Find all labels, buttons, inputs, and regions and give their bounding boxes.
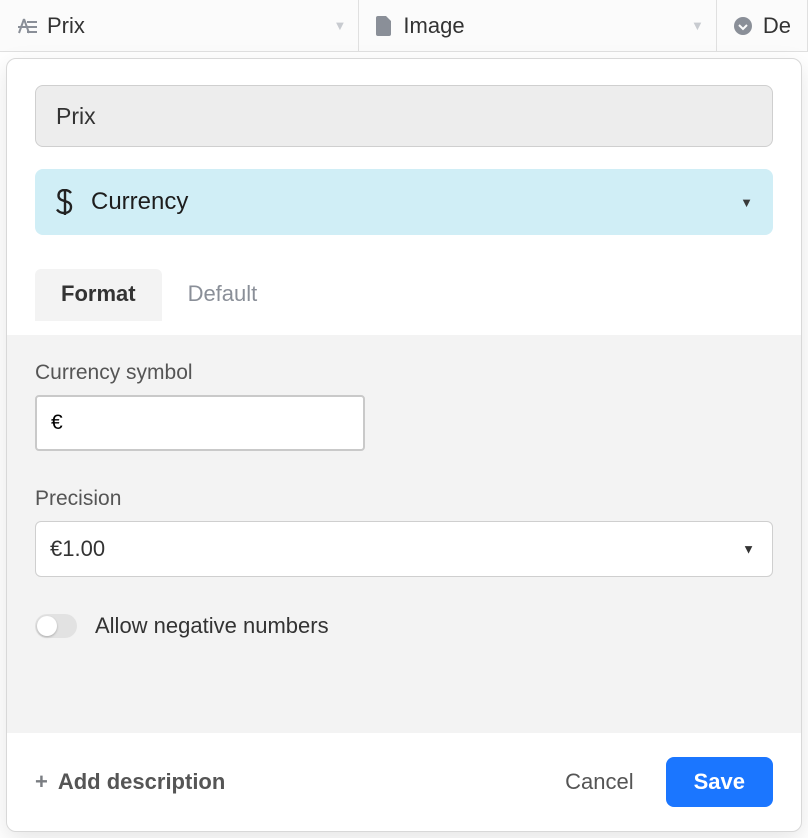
field-editor-footer: + Add description Cancel Save (7, 733, 801, 831)
chevron-down-icon: ▼ (740, 195, 753, 210)
precision-label: Precision (35, 487, 773, 511)
tab-format[interactable]: Format (35, 269, 162, 321)
allow-negative-toggle[interactable] (35, 614, 77, 638)
column-header-prix[interactable]: Prix ▼ (0, 0, 359, 51)
allow-negative-label: Allow negative numbers (95, 613, 329, 639)
field-type-label: Currency (91, 188, 188, 216)
column-header-label: De (763, 13, 791, 39)
currency-symbol-label: Currency symbol (35, 361, 773, 385)
column-header-label: Image (403, 13, 464, 39)
add-description-label: Add description (58, 769, 225, 795)
currency-symbol-input[interactable] (35, 395, 365, 451)
rich-text-icon (16, 17, 37, 35)
field-editor-popover: Currency ▼ Format Default Currency symbo… (6, 58, 802, 832)
plus-icon: + (35, 769, 48, 795)
precision-select[interactable]: €1.00 (35, 521, 773, 577)
file-icon (375, 16, 393, 36)
field-editor-tabs: Format Default (35, 269, 773, 321)
column-header-image[interactable]: Image ▼ (359, 0, 716, 51)
column-header-row: Prix ▼ Image ▼ De (0, 0, 808, 52)
add-description-button[interactable]: + Add description (35, 769, 225, 795)
field-name-input[interactable] (35, 85, 773, 147)
tab-default[interactable]: Default (162, 269, 284, 321)
column-header-de[interactable]: De (717, 0, 808, 51)
save-button[interactable]: Save (666, 757, 773, 807)
select-circle-icon (733, 16, 753, 36)
cancel-button[interactable]: Cancel (545, 759, 653, 805)
format-pane: Currency symbol Precision €1.00 ▼ Allow … (7, 335, 801, 733)
currency-icon (55, 189, 77, 215)
column-header-label: Prix (47, 13, 85, 39)
column-header-dropdown-icon[interactable]: ▼ (691, 18, 704, 33)
field-type-select[interactable]: Currency ▼ (35, 169, 773, 235)
precision-value: €1.00 (50, 536, 105, 562)
column-header-dropdown-icon[interactable]: ▼ (334, 18, 347, 33)
